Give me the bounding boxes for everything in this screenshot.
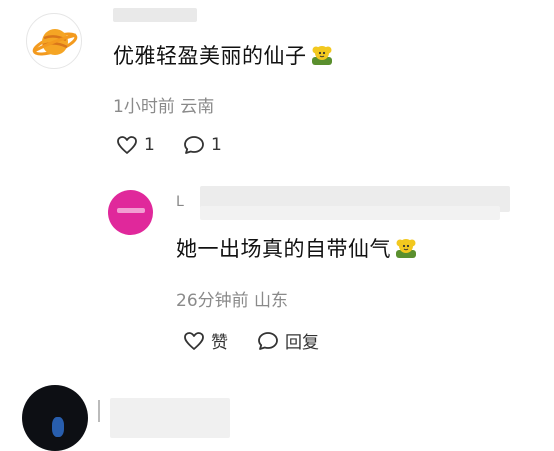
like-count: 1: [144, 135, 155, 155]
reply-time: 26分钟前: [176, 291, 249, 311]
planet-icon: [32, 29, 78, 56]
reply-button[interactable]: 回复: [257, 328, 319, 353]
username-initial[interactable]: L: [176, 194, 184, 210]
reply-button[interactable]: 1: [183, 135, 222, 155]
heart-icon: [117, 136, 137, 154]
comment-time: 1小时前: [113, 97, 175, 117]
like-button[interactable]: 1: [116, 135, 155, 155]
comment-text-content: 优雅轻盈美丽的仙子: [113, 44, 307, 68]
username-blurred-lower: [200, 206, 500, 220]
user-avatar-pink[interactable]: [108, 190, 153, 235]
avatar-figure: [52, 417, 64, 437]
reply-location: 山东: [254, 291, 289, 311]
comment-text: 优雅轻盈美丽的仙子: [113, 40, 334, 70]
speech-bubble-icon: [258, 331, 278, 350]
speech-bubble-icon: [184, 136, 204, 154]
user-avatar-dark[interactable]: [22, 385, 88, 451]
like-button[interactable]: 赞: [183, 328, 228, 353]
flower-emoji-icon: [394, 237, 418, 259]
like-label: 赞: [211, 333, 228, 353]
username-blurred[interactable]: [110, 398, 230, 438]
avatar-logo-text: [117, 208, 145, 213]
reply-text: 她一出场真的自带仙气: [176, 233, 418, 263]
username-fragment: [98, 400, 100, 422]
username-blurred[interactable]: [113, 8, 197, 22]
comment-location: 云南: [180, 97, 215, 117]
flower-emoji-icon: [310, 44, 334, 66]
reply-label: 回复: [285, 333, 319, 353]
reply-count: 1: [211, 135, 222, 155]
comment-meta: 1小时前 云南: [113, 92, 214, 117]
user-avatar-planet[interactable]: [26, 13, 82, 69]
reply-meta: 26分钟前 山东: [176, 286, 288, 311]
heart-icon: [184, 331, 204, 350]
reply-text-content: 她一出场真的自带仙气: [176, 237, 391, 261]
